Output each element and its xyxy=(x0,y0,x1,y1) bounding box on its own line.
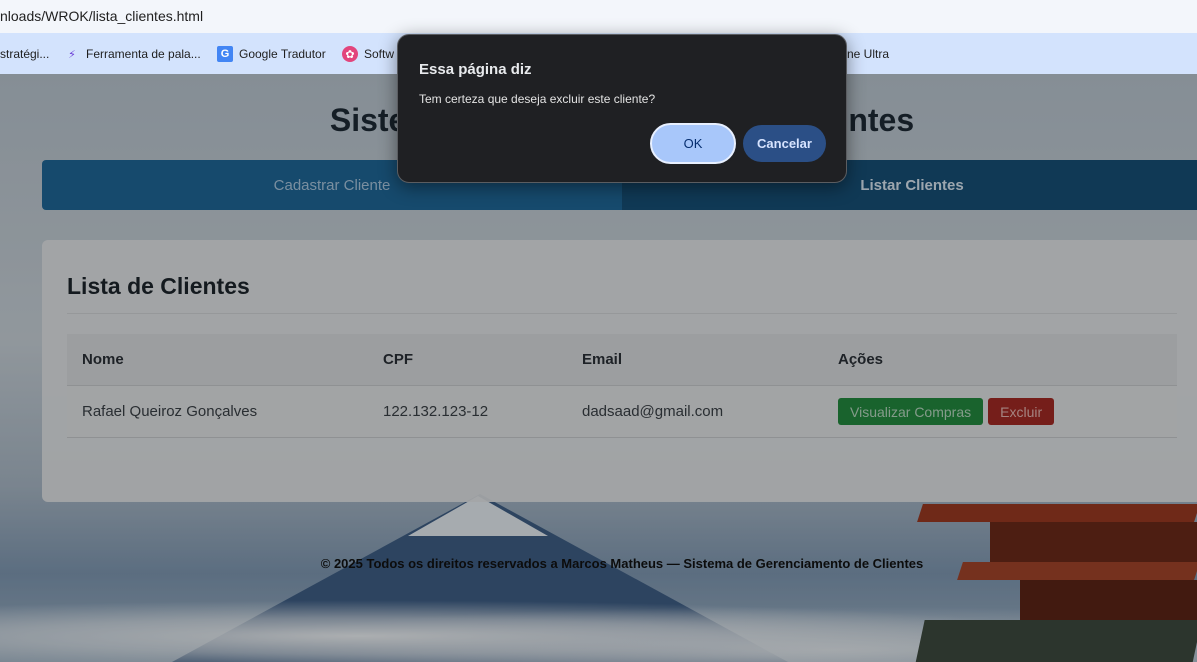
confirm-dialog: Essa página diz Tem certeza que deseja e… xyxy=(397,34,847,183)
bookmark-item[interactable]: ne Ultra xyxy=(847,45,889,63)
address-bar[interactable]: nloads/WROK/lista_clientes.html xyxy=(0,0,1197,33)
tool-icon: ⚡ xyxy=(68,48,76,61)
bookmark-label: Google Tradutor xyxy=(239,47,326,61)
bookmark-item[interactable]: stratégi... xyxy=(0,45,49,63)
bookmark-item[interactable]: G Google Tradutor xyxy=(217,45,326,63)
bookmark-item[interactable]: ✿ Softw xyxy=(342,45,394,63)
dialog-message: Tem certeza que deseja excluir este clie… xyxy=(419,92,656,106)
bookmark-label: Ferramenta de pala... xyxy=(86,47,201,61)
cancel-button[interactable]: Cancelar xyxy=(743,125,826,162)
google-translate-icon: G xyxy=(217,46,233,62)
bookmark-label: stratégi... xyxy=(0,47,50,61)
url-text[interactable]: nloads/WROK/lista_clientes.html xyxy=(0,8,203,24)
software-icon: ✿ xyxy=(342,46,358,62)
bookmark-item[interactable]: ⚡ Ferramenta de pala... xyxy=(64,45,201,63)
dialog-title: Essa página diz xyxy=(419,61,532,78)
bookmark-label: Softw xyxy=(364,47,395,61)
bookmark-label: ne Ultra xyxy=(847,47,890,61)
ok-button[interactable]: OK xyxy=(650,123,736,164)
